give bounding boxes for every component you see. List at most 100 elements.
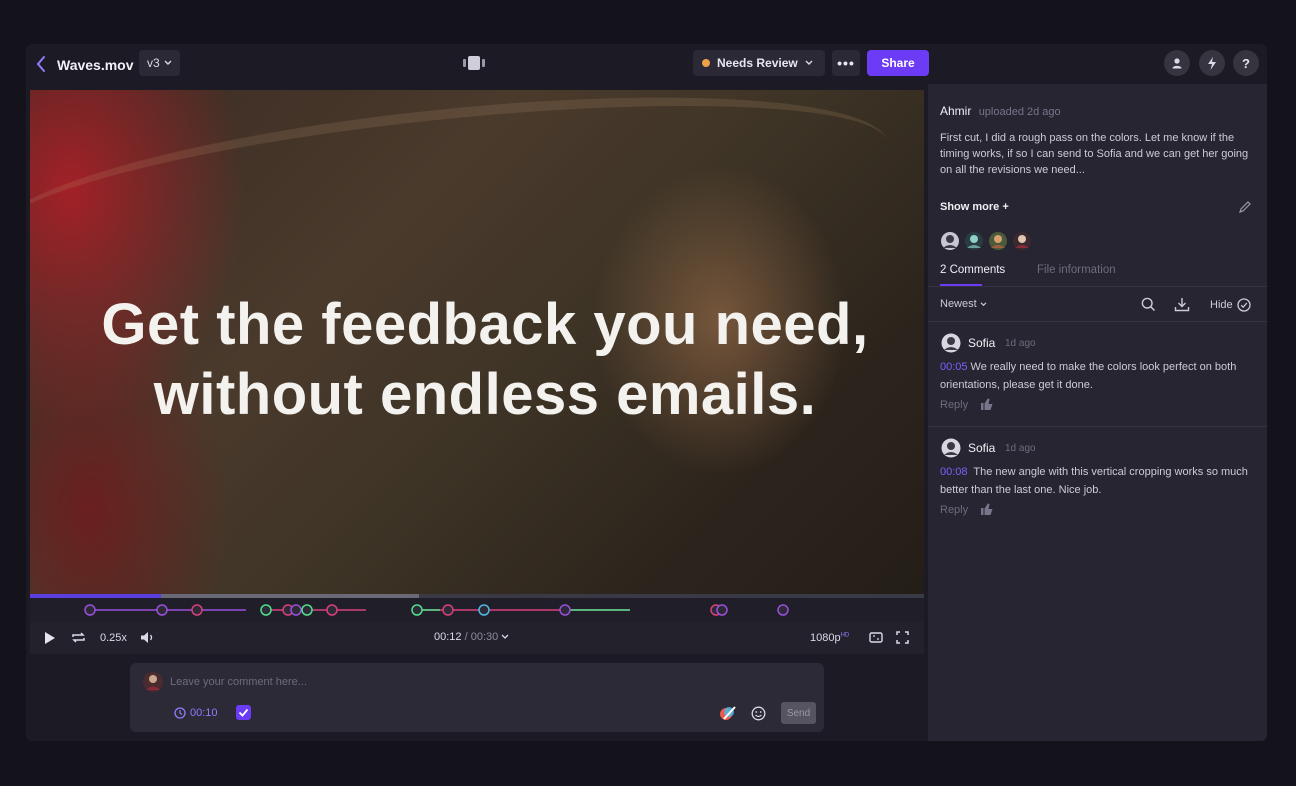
timeline-avatar[interactable] [411, 604, 423, 616]
timeline-avatar[interactable] [290, 604, 302, 616]
show-more-link[interactable]: Show more + [940, 201, 1009, 213]
loop-icon[interactable] [71, 631, 86, 644]
thumbs-up-icon[interactable] [980, 502, 994, 516]
avatar[interactable] [989, 232, 1007, 250]
comment-timestamp[interactable]: 00:05 [940, 361, 968, 373]
timeline-avatar[interactable] [191, 604, 203, 616]
user-button[interactable] [1164, 50, 1190, 76]
timeline-avatar[interactable] [326, 604, 338, 616]
timeline-avatar[interactable] [156, 604, 168, 616]
activity-button[interactable] [1199, 50, 1225, 76]
avatar [941, 438, 961, 458]
tab-comments[interactable]: 2 Comments [940, 264, 1005, 286]
duration: / 00:30 [464, 631, 499, 643]
comment-text: We really need to make the colors look p… [940, 361, 1237, 391]
download-icon[interactable] [1174, 297, 1190, 312]
timeline-avatar[interactable] [260, 604, 272, 616]
timeline-markers [84, 604, 789, 616]
avatar[interactable] [941, 232, 959, 250]
comment-time: 1d ago [1005, 338, 1036, 349]
timeline-avatar[interactable] [301, 604, 313, 616]
emoji-icon[interactable] [751, 706, 766, 721]
headline-line-2: without endless emails. [153, 362, 817, 427]
version-label: v3 [147, 56, 160, 70]
comment-input[interactable] [170, 673, 570, 691]
avatar [941, 333, 961, 353]
timeline-avatar[interactable] [442, 604, 454, 616]
video-headline: Get the feedback you need, without endle… [30, 290, 924, 430]
comment-composer: 00:10 Send [130, 663, 824, 732]
send-button[interactable]: Send [781, 702, 816, 724]
sort-dropdown[interactable]: Newest [940, 298, 987, 310]
chevron-down-icon [980, 302, 987, 307]
quality-label: 1080p [810, 632, 841, 644]
aspect-ratio-icon[interactable] [869, 631, 883, 644]
chevron-down-icon [164, 60, 172, 65]
hide-comments-button[interactable]: Hide [1210, 298, 1251, 312]
comment-filters: Newest Hide [940, 297, 1260, 315]
comment-author: Sofia [968, 336, 996, 350]
top-bar: Waves.mov v3 Needs Review ••• Share ? [26, 44, 1267, 84]
reply-button[interactable]: Reply [940, 504, 968, 516]
file-title: Waves.mov [57, 57, 134, 73]
user-icon [1172, 58, 1182, 69]
comment-timeline [30, 598, 924, 622]
comment-item[interactable]: Sofia 1d ago 00:08 The new angle with th… [928, 427, 1267, 531]
check-circle-icon [1236, 298, 1251, 312]
comment-body: 00:05 We really need to make the colors l… [940, 358, 1250, 394]
timeline-avatar[interactable] [777, 604, 789, 616]
chevron-down-icon [805, 60, 813, 65]
search-icon[interactable] [1141, 297, 1156, 312]
playback-speed[interactable]: 0.25x [100, 632, 127, 644]
timeline-avatar[interactable] [559, 604, 571, 616]
timestamp-checkbox[interactable] [236, 705, 251, 720]
timeline-avatar[interactable] [84, 604, 96, 616]
checkmark-icon [238, 708, 249, 717]
upload-meta: uploaded 2d ago [978, 106, 1061, 118]
comment-author: Sofia [968, 441, 996, 455]
sidebar-tabs: 2 Comments File information [940, 262, 1260, 286]
comments-sidebar: Ahmir uploaded 2d ago First cut, I did a… [928, 84, 1267, 741]
avatar[interactable] [1013, 232, 1031, 250]
pencil-icon[interactable] [1238, 200, 1252, 214]
comment-item[interactable]: Sofia 1d ago 00:05 We really need to make… [928, 322, 1267, 426]
avatar [143, 672, 163, 692]
current-time: 00:12 [434, 631, 462, 643]
thumbs-up-icon[interactable] [980, 397, 994, 411]
quality-selector[interactable]: 1080pHD [810, 632, 849, 644]
hd-badge: HD [840, 632, 850, 639]
timeline-avatar[interactable] [716, 604, 728, 616]
clock-icon [174, 707, 186, 719]
volume-icon[interactable] [140, 631, 155, 644]
comment-body: 00:08 The new angle with this vertical c… [940, 463, 1250, 499]
chevron-left-icon[interactable] [34, 55, 48, 73]
avatar[interactable] [965, 232, 983, 250]
fullscreen-icon[interactable] [896, 631, 909, 644]
status-dot [702, 59, 710, 67]
sort-label: Newest [940, 298, 977, 310]
tab-file-information[interactable]: File information [1037, 264, 1116, 276]
status-dropdown[interactable]: Needs Review [693, 50, 825, 76]
more-options-button[interactable]: ••• [832, 50, 860, 76]
divider [928, 286, 1267, 287]
compare-view-icon[interactable] [463, 56, 485, 70]
uploader-name: Ahmir [940, 104, 972, 118]
lightning-icon [1208, 56, 1216, 70]
chevron-down-icon [501, 634, 509, 639]
play-icon[interactable] [44, 631, 56, 645]
timestamp-toggle[interactable]: 00:10 [174, 704, 218, 722]
uploader: Ahmir uploaded 2d ago [940, 104, 1061, 118]
timecode[interactable]: 00:12 / 00:30 [434, 631, 509, 643]
timeline-avatar[interactable] [478, 604, 490, 616]
comment-timestamp[interactable]: 00:08 [940, 466, 968, 478]
reply-button[interactable]: Reply [940, 399, 968, 411]
status-label: Needs Review [717, 56, 798, 70]
version-selector[interactable]: v3 [139, 50, 180, 76]
share-button[interactable]: Share [867, 50, 929, 76]
timestamp-value: 00:10 [190, 707, 218, 719]
help-button[interactable]: ? [1233, 50, 1259, 76]
video-preview[interactable]: Get the feedback you need, without endle… [30, 90, 924, 594]
review-app: Waves.mov v3 Needs Review ••• Share ? Ge… [26, 44, 1267, 741]
headline-line-1: Get the feedback you need, [101, 292, 869, 357]
annotate-brush-icon[interactable] [719, 705, 737, 721]
